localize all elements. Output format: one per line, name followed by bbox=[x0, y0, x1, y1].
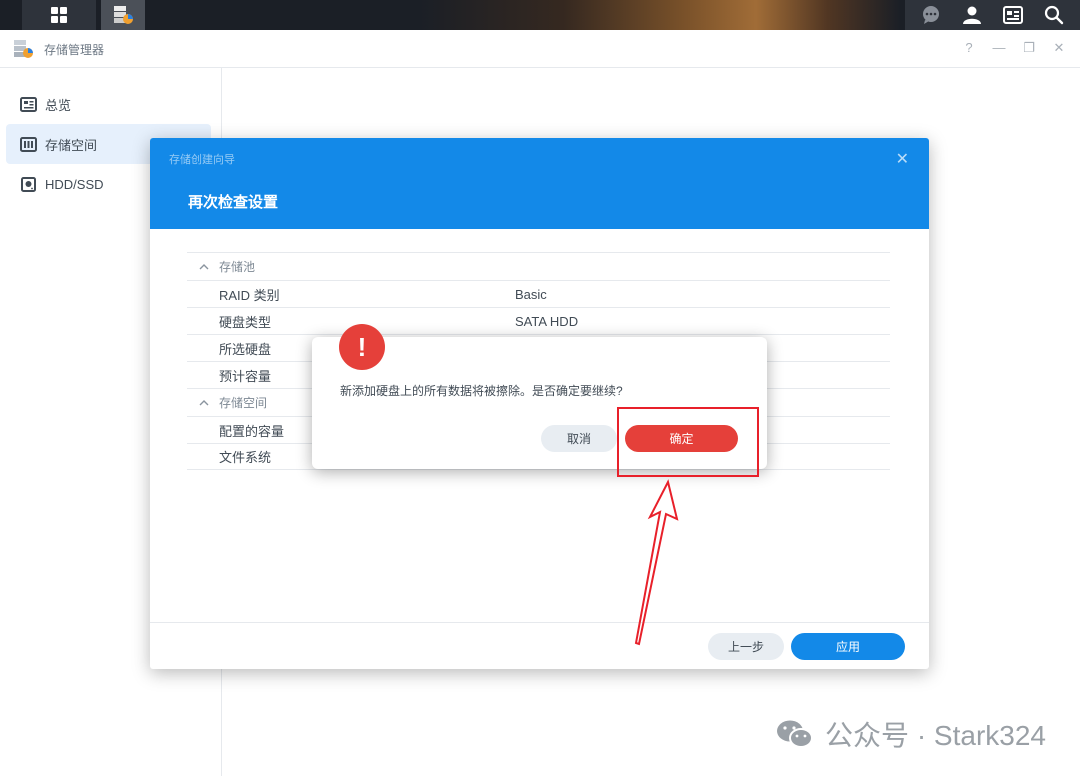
chevron-up-icon bbox=[199, 399, 209, 405]
row-value: SATA HDD bbox=[515, 313, 579, 329]
cancel-button[interactable]: 取消 bbox=[541, 425, 617, 452]
close-window-button[interactable]: ✕ bbox=[1052, 40, 1066, 56]
apps-grid-icon bbox=[47, 3, 71, 27]
section-header-storage-pool[interactable]: 存储池 bbox=[187, 252, 890, 280]
storage-icon bbox=[20, 136, 37, 153]
widgets-icon[interactable] bbox=[1001, 3, 1025, 27]
watermark-text: 公众号 · Stark324 bbox=[825, 720, 1046, 751]
watermark: 公众号 · Stark324 bbox=[775, 714, 1046, 754]
annotation-arrow-icon bbox=[634, 479, 679, 646]
sidebar-item-overview[interactable]: 总览 bbox=[6, 84, 211, 124]
section-label: 存储空间 bbox=[219, 396, 268, 410]
chat-icon[interactable] bbox=[919, 3, 943, 27]
row-value: Basic bbox=[515, 286, 547, 302]
help-button[interactable]: ? bbox=[962, 40, 976, 56]
search-icon[interactable] bbox=[1042, 3, 1066, 27]
window-title: 存储管理器 bbox=[44, 43, 105, 57]
apply-button[interactable]: 应用 bbox=[791, 633, 905, 660]
overview-icon bbox=[20, 96, 37, 113]
window-titlebar: 存储管理器 ? — ❐ ✕ bbox=[0, 30, 1080, 68]
wizard-title: 再次检查设置 bbox=[188, 194, 279, 211]
row-key: RAID 类别 bbox=[219, 287, 280, 303]
main-menu-button[interactable] bbox=[22, 0, 96, 30]
wechat-icon bbox=[777, 720, 814, 748]
section-label: 存储池 bbox=[219, 260, 256, 274]
disk-icon bbox=[20, 176, 37, 193]
taskbar bbox=[0, 0, 1080, 30]
sidebar-item-label: HDD/SSD bbox=[45, 176, 104, 192]
warning-icon: ! bbox=[339, 324, 385, 370]
chevron-up-icon bbox=[199, 263, 209, 269]
sidebar-item-label: 总览 bbox=[45, 97, 72, 113]
user-icon[interactable] bbox=[960, 3, 984, 27]
confirm-message: 新添加硬盘上的所有数据将被擦除。是否确定要继续? bbox=[340, 384, 623, 398]
table-row: RAID 类别 Basic bbox=[187, 280, 890, 307]
sidebar-item-label: 存储空间 bbox=[45, 137, 98, 153]
taskbar-storage-manager[interactable] bbox=[101, 0, 145, 30]
maximize-button[interactable]: ❐ bbox=[1022, 40, 1036, 56]
wallpaper-strip bbox=[420, 0, 900, 30]
wizard-subtitle: 存储创建向导 bbox=[169, 154, 235, 166]
minimize-button[interactable]: — bbox=[992, 40, 1006, 56]
close-icon[interactable]: ✕ bbox=[896, 149, 909, 169]
storage-manager-icon bbox=[111, 3, 135, 27]
table-row: 硬盘类型 SATA HDD bbox=[187, 307, 890, 334]
taskbar-tray bbox=[905, 0, 1080, 30]
wizard-footer: 上一步 应用 bbox=[150, 622, 929, 669]
wizard-header: 存储创建向导 ✕ 再次检查设置 bbox=[150, 138, 929, 229]
window-controls: ? — ❐ ✕ bbox=[962, 40, 1066, 56]
storage-manager-icon bbox=[12, 38, 34, 60]
